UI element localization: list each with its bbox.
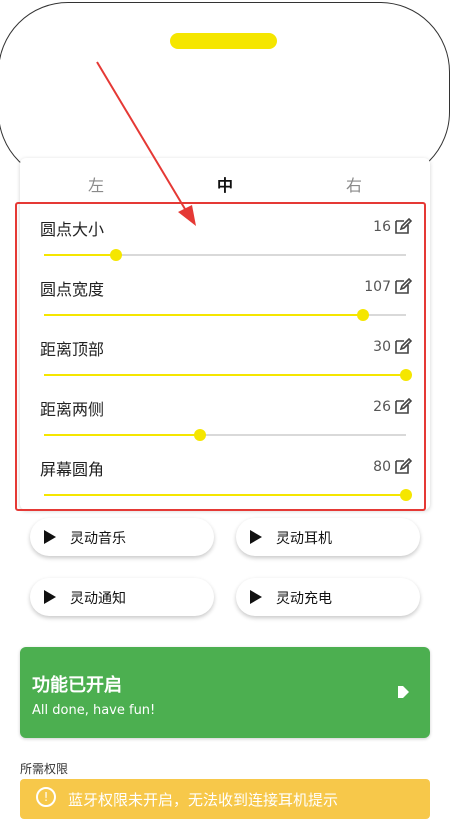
dynamic-charging-button[interactable]: 灵动充电 (236, 578, 420, 616)
slider-value: 107 (364, 279, 391, 295)
slider-fill (44, 254, 117, 256)
slider-row-side-distance: 距离两侧 26 (40, 382, 415, 442)
edit-icon[interactable] (393, 396, 413, 416)
status-subtitle: All done, have fun! (32, 703, 156, 718)
slider-thumb[interactable] (400, 369, 412, 381)
slider-value: 30 (373, 339, 391, 355)
slider-label: 圆点宽度 (40, 280, 105, 299)
tab-right[interactable]: 右 (314, 172, 394, 196)
slider-fill (44, 374, 406, 376)
status-title: 功能已开启 (32, 675, 122, 696)
position-tabs: 左 中 右 (20, 172, 430, 196)
slider-label: 距离两侧 (40, 400, 105, 419)
dynamic-music-button[interactable]: 灵动音乐 (30, 518, 214, 556)
tab-center[interactable]: 中 (185, 172, 265, 196)
button-label: 灵动音乐 (70, 531, 126, 547)
slider-thumb[interactable] (400, 489, 412, 501)
tab-left[interactable]: 左 (56, 172, 136, 196)
edit-icon[interactable] (393, 456, 413, 476)
slider-label: 屏幕圆角 (40, 460, 105, 479)
slider-fill (44, 494, 406, 496)
play-icon (44, 530, 56, 544)
dynamic-island-pill (170, 33, 277, 49)
slider-track[interactable] (44, 309, 406, 321)
slider-value: 16 (373, 219, 391, 235)
permissions-title: 所需权限 (20, 762, 69, 776)
button-label: 灵动耳机 (276, 531, 332, 547)
slider-thumb[interactable] (356, 309, 369, 321)
slider-fill (44, 314, 363, 316)
slider-value: 80 (373, 459, 391, 475)
slider-fill (44, 434, 200, 436)
permission-warning-banner[interactable]: ! 蓝牙权限未开启，无法收到连接耳机提示 (20, 779, 430, 819)
slider-track[interactable] (44, 369, 412, 381)
slider-label: 距离顶部 (40, 340, 105, 359)
play-icon (398, 686, 409, 698)
slider-track[interactable] (44, 249, 406, 261)
edit-icon[interactable] (393, 276, 413, 296)
slider-row-dot-size: 圆点大小 16 (40, 202, 415, 262)
play-icon (250, 590, 262, 604)
button-label: 灵动通知 (70, 591, 126, 607)
status-card[interactable]: 功能已开启 All done, have fun! (20, 647, 430, 738)
slider-value: 26 (373, 399, 391, 415)
dynamic-notification-button[interactable]: 灵动通知 (30, 578, 214, 616)
edit-icon[interactable] (393, 336, 413, 356)
warning-icon: ! (36, 787, 56, 807)
edit-icon[interactable] (393, 216, 413, 236)
play-icon (250, 530, 262, 544)
slider-thumb[interactable] (110, 249, 123, 261)
slider-track[interactable] (44, 489, 412, 501)
dynamic-earphone-button[interactable]: 灵动耳机 (236, 518, 420, 556)
slider-track[interactable] (44, 429, 406, 441)
slider-row-top-distance: 距离顶部 30 (40, 322, 415, 382)
slider-thumb[interactable] (193, 429, 206, 441)
play-icon (44, 590, 56, 604)
button-label: 灵动充电 (276, 591, 332, 607)
slider-label: 圆点大小 (40, 220, 105, 239)
slider-row-dot-width: 圆点宽度 107 (40, 262, 415, 322)
slider-row-screen-corner: 屏幕圆角 80 (40, 442, 415, 502)
dynamic-island-preview (0, 2, 450, 182)
